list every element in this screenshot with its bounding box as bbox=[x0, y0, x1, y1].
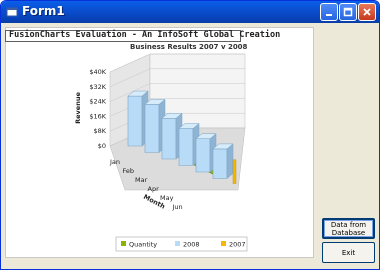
y-tick-label: $8K bbox=[93, 127, 106, 135]
data-from-database-label: Data from Database bbox=[330, 220, 367, 237]
bar-2008-apr bbox=[178, 128, 194, 166]
x-tick-label: Mar bbox=[135, 176, 148, 184]
bar-2008-side bbox=[226, 143, 234, 180]
legend-label-2008: 2008 bbox=[183, 241, 200, 249]
y-tick-label: $0 bbox=[98, 142, 106, 150]
y-tick-label: $16K bbox=[89, 112, 106, 120]
x-tick-label: Feb bbox=[123, 167, 135, 175]
bar-2008-jun bbox=[212, 148, 228, 179]
legend-label-quantity: Quantity bbox=[129, 241, 157, 249]
chart-subcaption: Business Results 2007 v 2008 bbox=[130, 43, 248, 51]
exit-button[interactable]: Exit bbox=[322, 242, 375, 263]
y-tick-label: $24K bbox=[89, 98, 106, 106]
y-tick-label: $40K bbox=[89, 68, 106, 76]
legend-swatch-quantity bbox=[121, 241, 126, 246]
y-axis-label: Revenue bbox=[74, 92, 82, 124]
bar-2008-feb bbox=[144, 104, 160, 153]
legend-swatch-2007 bbox=[221, 241, 226, 246]
x-tick-label: Jan bbox=[109, 158, 120, 166]
y-tick-label: $32K bbox=[89, 83, 106, 91]
bar-2008-may bbox=[195, 138, 211, 173]
legend-label-2007: 2007 bbox=[229, 241, 246, 249]
bar-2008-jan bbox=[127, 95, 143, 147]
chart-caption: FusionCharts Evaluation - An InfoSoft Gl… bbox=[9, 30, 281, 40]
bar-2007-jun bbox=[232, 159, 237, 184]
exit-label: Exit bbox=[341, 248, 356, 257]
data-from-database-button[interactable]: Data from Database bbox=[322, 218, 375, 239]
bar-2008-mar bbox=[161, 118, 177, 160]
x-tick-label: Jun bbox=[172, 203, 183, 211]
x-tick-label: Apr bbox=[148, 185, 160, 193]
legend-swatch-2008 bbox=[175, 241, 180, 246]
